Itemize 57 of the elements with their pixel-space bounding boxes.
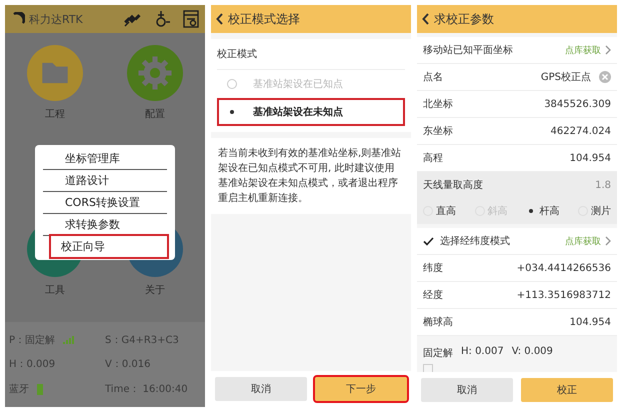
input-field[interactable]: GPS校正点 xyxy=(540,70,591,84)
radio-option[interactable]: 直高 xyxy=(423,204,456,218)
document-icon xyxy=(183,10,199,28)
menu-item[interactable]: 坐标管理库 xyxy=(43,148,167,170)
field-label: 椭球高 xyxy=(423,316,453,329)
note-text: 若当前未收到有效的基准站坐标,则基准站架设在已知点模式不可用, 此时建议使用基准站架设在未知点模式，或者退出程序重启主机重新连接。 xyxy=(211,138,411,214)
status-text: H: 0.007 xyxy=(461,346,504,359)
logo-icon xyxy=(11,12,25,26)
cancel-button[interactable]: 取消 xyxy=(421,378,513,402)
status-text: 蓝牙 xyxy=(9,382,29,396)
field-label: 纬度 xyxy=(423,262,443,275)
screen-title: 校正模式选择 xyxy=(228,10,300,28)
next-button[interactable]: 下一步 xyxy=(315,377,407,401)
status-text: 固定解 xyxy=(423,346,453,360)
menu-item[interactable]: 校正向导 xyxy=(51,236,167,257)
field-label: 点名 xyxy=(423,70,443,84)
radio-option: 基准站架设在已知点 xyxy=(217,70,405,98)
gear-icon xyxy=(127,45,183,101)
field-label: 移动站已知平面坐标 xyxy=(423,44,513,57)
screen-title: 求校正参数 xyxy=(434,10,494,28)
section-label: 校正模式 xyxy=(217,39,405,70)
field-label: 北坐标 xyxy=(423,98,453,111)
status-text: P：固定解 xyxy=(9,334,56,348)
radio-option[interactable]: 基准站架设在未知点 xyxy=(217,98,405,126)
calibrate-button[interactable]: 校正 xyxy=(521,378,613,402)
folder-icon xyxy=(27,45,83,101)
field-value[interactable]: +113.3516983712 xyxy=(516,290,611,300)
field-value[interactable]: 104.954 xyxy=(570,152,611,164)
field-label: 高程 xyxy=(423,152,443,165)
status-text: Time： 16:00:40 xyxy=(105,382,188,396)
clear-icon xyxy=(599,71,611,83)
field-value: 1.8 xyxy=(595,180,611,190)
back-icon xyxy=(422,13,430,25)
chevron-icon xyxy=(605,45,611,55)
battery-icon xyxy=(37,382,43,395)
cancel-button[interactable]: 取消 xyxy=(215,377,307,401)
chevron-icon xyxy=(605,236,611,246)
checkbox[interactable] xyxy=(423,236,434,246)
status-text: V：0.016 xyxy=(105,358,150,372)
status-text: V: 0.009 xyxy=(512,346,553,359)
menu-item[interactable]: 求转换参数 xyxy=(43,214,167,236)
field-label: 经度 xyxy=(423,288,443,302)
radio-option[interactable]: 测片 xyxy=(578,204,611,218)
field-value[interactable]: 104.954 xyxy=(570,316,611,328)
field-label: 东坐标 xyxy=(423,124,453,138)
field-value[interactable]: +034.4414266536 xyxy=(516,262,611,274)
field-label: 天线量取高度 xyxy=(423,178,483,192)
checkbox-label: 选择经纬度模式 xyxy=(440,234,510,248)
radio-option[interactable]: 杆高 xyxy=(526,204,560,218)
back-icon xyxy=(216,13,224,25)
menu-item[interactable]: CORS转换设置 xyxy=(43,192,167,214)
status-text: H：0.009 xyxy=(9,358,56,372)
menu-item[interactable]: 道路设计 xyxy=(43,170,167,192)
status-text: S：G4+R3+C3 xyxy=(105,334,179,348)
app-title: 科力达RTK xyxy=(29,12,83,26)
field-value[interactable]: 3845526.309 xyxy=(544,98,611,110)
field-value[interactable]: 462274.024 xyxy=(550,126,611,136)
